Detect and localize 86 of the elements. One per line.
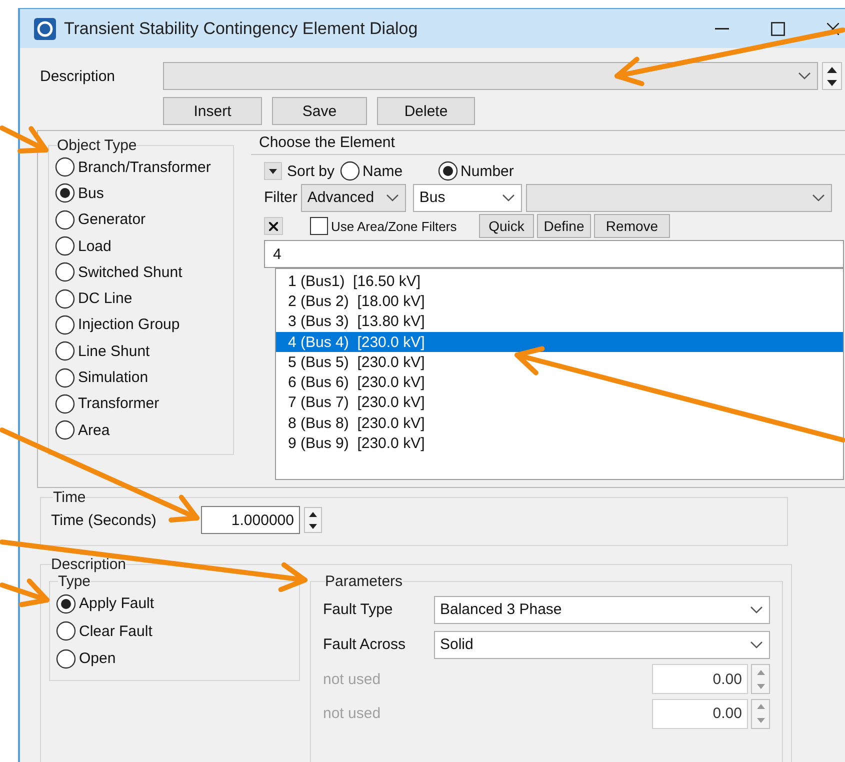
radio-button[interactable] xyxy=(55,262,75,282)
option-label: Line Shunt xyxy=(78,342,150,360)
chevron-icon xyxy=(386,194,400,202)
radio-button[interactable] xyxy=(55,236,75,256)
group-title: Description xyxy=(51,556,126,573)
group-title: Object Type xyxy=(57,137,137,154)
window-title: Transient Stability Contingency Element Dialog xyxy=(64,18,419,38)
option-label: Name xyxy=(362,162,403,180)
parameter-label: not used xyxy=(323,705,381,722)
option-label: Generator xyxy=(78,211,146,228)
list-item[interactable]: 8 (Bus 8) [230.0 kV] xyxy=(276,413,843,434)
filter-button[interactable]: Quick xyxy=(479,214,534,238)
clear-button[interactable] xyxy=(264,217,283,235)
action-button[interactable]: Save xyxy=(272,97,367,125)
option-label: Switched Shunt xyxy=(78,264,182,281)
list-item[interactable]: 6 (Bus 6) [230.0 kV] xyxy=(276,372,843,393)
parameter-label: Fault Across xyxy=(323,636,406,653)
list-item[interactable]: 3 (Bus 3) [13.80 kV] xyxy=(276,312,843,332)
spin-buttons[interactable] xyxy=(822,62,842,90)
radio-button[interactable] xyxy=(55,183,75,204)
maximize-icon[interactable] xyxy=(771,22,785,36)
time-label: Time (Seconds) xyxy=(51,512,158,528)
search-field[interactable]: 4 xyxy=(264,240,844,268)
chevron-icon xyxy=(798,72,811,80)
list-item[interactable]: 2 (Bus 2) [18.00 kV] xyxy=(276,291,843,312)
list-item[interactable]: 5 (Bus 5) [230.0 kV] xyxy=(276,352,843,372)
radio-button[interactable] xyxy=(56,648,76,669)
option-label: Open xyxy=(79,650,116,668)
option-label: Branch/Transformer xyxy=(78,158,211,176)
parameter-label: not used xyxy=(323,670,381,688)
minimize-icon[interactable] xyxy=(715,28,729,30)
description-label: Description xyxy=(40,68,116,84)
radio-button[interactable] xyxy=(55,210,75,230)
filter-label: Filter xyxy=(264,189,298,206)
sort-label: Sort by xyxy=(287,162,335,180)
close-icon[interactable] xyxy=(827,22,839,34)
radio-button[interactable] xyxy=(55,368,75,388)
parameter-select[interactable]: Solid xyxy=(434,630,770,658)
radio-button[interactable] xyxy=(55,314,75,335)
section-header: Choose the Element xyxy=(251,131,845,155)
list-item[interactable]: 7 (Bus 7) [230.0 kV] xyxy=(276,392,843,414)
group-title: Type xyxy=(58,573,91,590)
chevron-icon xyxy=(750,606,763,614)
option-label: Load xyxy=(78,238,112,255)
radio-button[interactable] xyxy=(56,594,76,614)
radio-button[interactable] xyxy=(56,621,76,642)
parameter-label: Fault Type xyxy=(323,601,393,618)
parameter-select[interactable]: Balanced 3 Phase xyxy=(434,596,770,624)
radio-button[interactable] xyxy=(438,161,458,181)
group-title: Parameters xyxy=(325,573,403,590)
option-label: Number xyxy=(460,162,514,180)
radio-button[interactable] xyxy=(55,157,75,178)
chevron-icon xyxy=(750,640,763,648)
option-label: Bus xyxy=(78,184,104,202)
filter-button[interactable]: Remove xyxy=(594,214,670,238)
radio-button[interactable] xyxy=(55,420,75,440)
group-title: Time xyxy=(53,489,86,506)
option-label: Clear Fault xyxy=(79,622,152,640)
filter-object-select[interactable]: Bus xyxy=(413,184,522,212)
radio-button[interactable] xyxy=(55,394,75,414)
radio-button[interactable] xyxy=(55,341,75,362)
list-item[interactable]: 9 (Bus 9) [230.0 kV] xyxy=(276,433,843,454)
option-label: Simulation xyxy=(78,369,148,386)
caret-icon xyxy=(269,168,277,174)
option-label: Area xyxy=(78,422,110,439)
action-button[interactable]: Delete xyxy=(377,97,475,125)
checkbox[interactable] xyxy=(310,217,328,235)
checkbox-label: Use Area/Zone Filters xyxy=(331,218,458,234)
option-label: Apply Fault xyxy=(79,595,154,612)
spin-buttons[interactable] xyxy=(304,507,322,533)
close-icon xyxy=(269,222,278,230)
time-input[interactable]: 1.000000 xyxy=(201,506,300,534)
radio-button[interactable] xyxy=(340,161,360,181)
filter-mode-select[interactable]: Advanced xyxy=(301,184,406,212)
list-item[interactable]: 1 (Bus1) [16.50 kV] xyxy=(276,271,843,292)
option-label: DC Line xyxy=(78,290,132,308)
filter-button[interactable]: Define xyxy=(537,214,591,238)
chevron-icon xyxy=(812,194,826,202)
app-logo-icon xyxy=(34,18,56,40)
option-label: Injection Group xyxy=(78,316,180,334)
dropdown-button[interactable] xyxy=(264,162,282,180)
option-label: Transformer xyxy=(78,395,160,412)
action-button[interactable]: Insert xyxy=(163,97,262,125)
radio-button[interactable] xyxy=(55,288,75,309)
list-item[interactable]: 4 (Bus 4) [230.0 kV] xyxy=(276,332,843,352)
chevron-icon xyxy=(502,194,516,202)
